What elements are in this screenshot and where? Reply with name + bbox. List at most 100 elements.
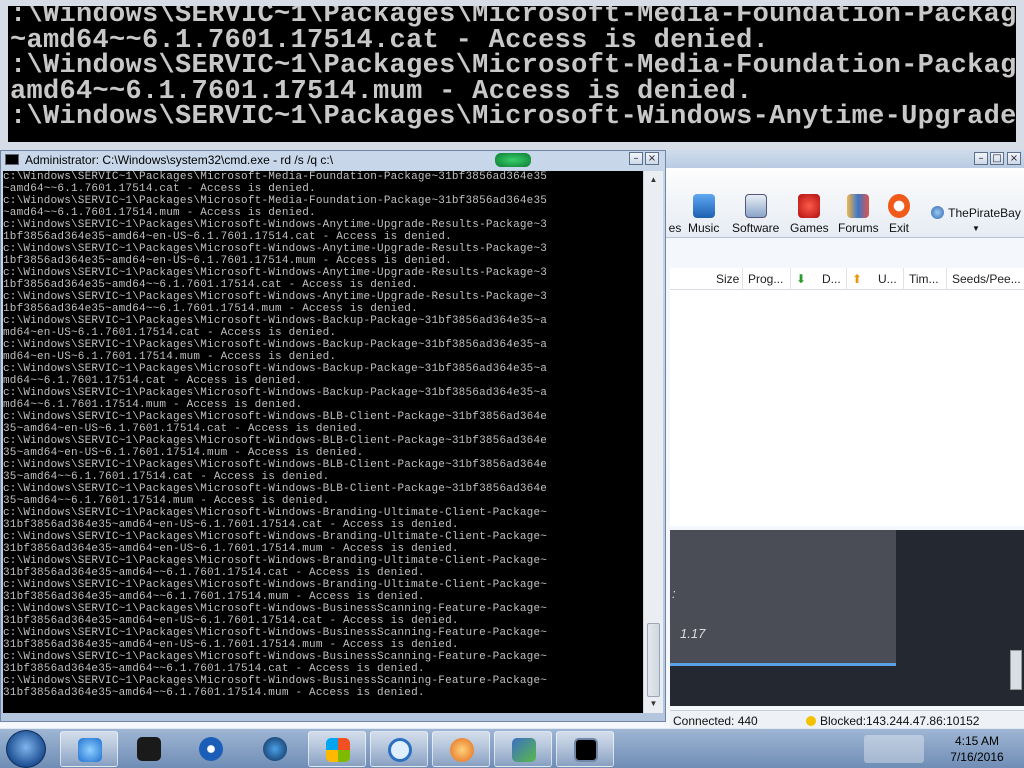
console-line: c:\Windows\SERVIC~1\Packages\Microsoft-M… xyxy=(3,195,548,207)
internet-explorer-icon xyxy=(78,738,102,762)
cmd-window-title: Administrator: C:\Windows\system32\cmd.e… xyxy=(25,153,334,167)
scroll-thumb[interactable] xyxy=(647,623,660,697)
exit-button[interactable]: Exit xyxy=(888,194,910,235)
console-line: c:\Windows\SERVIC~1\Packages\Microsoft-W… xyxy=(3,459,548,471)
magnifier-icon xyxy=(388,738,412,762)
console-line: md64~en-US~6.1.7601.17514.mum - Access i… xyxy=(3,351,337,363)
console-line: c:\Windows\SERVIC~1\Packages\Microsoft-W… xyxy=(3,555,548,567)
taskbar-media-player[interactable] xyxy=(182,731,240,767)
console-line: 31bf3856ad364e35~amd64~~6.1.7601.17514.c… xyxy=(3,567,425,579)
software-label: Software xyxy=(732,221,780,235)
clock[interactable]: 4:15 AM 7/16/2016 xyxy=(938,733,1016,765)
console-line: c:\Windows\SERVIC~1\Packages\Microsoft-W… xyxy=(3,675,548,687)
scroll-up-icon[interactable]: ▲ xyxy=(647,173,660,187)
exit-label: Exit xyxy=(888,221,909,235)
console-line: ~amd64~~6.1.7601.17514.cat - Access is d… xyxy=(3,183,316,195)
music-icon xyxy=(692,194,715,218)
taskbar-app-2[interactable] xyxy=(120,731,178,767)
checkmark-icon xyxy=(512,738,536,762)
command-prompt-icon xyxy=(574,738,598,762)
clock-time: 4:15 AM xyxy=(954,734,1000,748)
torrent-list[interactable] xyxy=(670,290,1024,526)
console-line: c:\Windows\SERVIC~1\Packages\Microsoft-W… xyxy=(3,435,548,447)
card-text: : xyxy=(672,586,676,601)
taskbar-ie[interactable] xyxy=(60,731,118,767)
console-lines: c:\Windows\SERVIC~1\Packages\Microsoft-M… xyxy=(3,171,547,699)
console-line: c:\Windows\SERVIC~1\Packages\Microsoft-W… xyxy=(3,411,548,423)
console-line: 1bf3856ad364e35~amd64~~6.1.7601.17514.mu… xyxy=(3,303,418,315)
cmd-window[interactable]: Administrator: C:\Windows\system32\cmd.e… xyxy=(0,150,666,722)
chevron-down-icon: ▼ xyxy=(972,224,980,233)
console-line: 35~amd64~en-US~6.1.7601.17514.mum - Acce… xyxy=(3,447,364,459)
games-label: Games xyxy=(790,221,829,235)
console-line: c:\Windows\SERVIC~1\Packages\Microsoft-W… xyxy=(3,627,548,639)
console-line: c:\Windows\SERVIC~1\Packages\Microsoft-W… xyxy=(3,315,548,327)
cmd-app-icon xyxy=(5,154,19,165)
connected-status: Connected: 440 xyxy=(673,714,758,728)
tray-icons[interactable] xyxy=(864,735,924,763)
cmd-close-icon[interactable]: × xyxy=(645,152,659,165)
taskbar-windows[interactable] xyxy=(308,731,366,767)
console-scrollbar[interactable]: ▲ ▼ xyxy=(643,171,663,713)
up-arrow-icon: ⬆ xyxy=(852,272,863,286)
taskbar-magnifier[interactable] xyxy=(370,731,428,767)
console-line: 31bf3856ad364e35~amd64~en-US~6.1.7601.17… xyxy=(3,519,459,531)
status-bar: Connected: 440 Blocked:143.244.47.86:101… xyxy=(670,710,1024,730)
console-line: c:\Windows\SERVIC~1\Packages\Microsoft-W… xyxy=(3,291,548,303)
console-line: md64~~6.1.7601.17514.mum - Access is den… xyxy=(3,399,303,411)
console-line: 1bf3856ad364e35~amd64~en-US~6.1.7601.175… xyxy=(3,255,452,267)
console-line: 35~amd64~en-US~6.1.7601.17514.cat - Acce… xyxy=(3,423,364,435)
column-download[interactable]: D... xyxy=(822,272,841,286)
taskbar-cmd[interactable] xyxy=(556,731,614,767)
taskbar-checklist[interactable] xyxy=(494,731,552,767)
scroll-down-icon[interactable]: ▼ xyxy=(647,697,660,711)
power-icon xyxy=(888,194,910,218)
music-button[interactable]: Music xyxy=(688,194,719,235)
cmd-minimize-icon[interactable]: – xyxy=(629,152,643,165)
card-version: 1.17 xyxy=(680,626,706,641)
music-label: Music xyxy=(688,221,720,235)
close-icon[interactable]: × xyxy=(1007,152,1021,165)
taskbar-globe[interactable] xyxy=(246,731,304,767)
torrent-list-header: Size Prog... ⬇ D... ⬆ U... Tim... Seeds/… xyxy=(670,268,1024,290)
console-line: 35~amd64~~6.1.7601.17514.mum - Access is… xyxy=(3,495,330,507)
software-button[interactable]: Software xyxy=(732,194,779,235)
console-line: 31bf3856ad364e35~amd64~~6.1.7601.17514.m… xyxy=(3,687,425,699)
maximize-icon[interactable]: □ xyxy=(990,152,1004,165)
details-scrollbar[interactable] xyxy=(1010,650,1022,690)
column-upload[interactable]: U... xyxy=(878,272,897,286)
console-line: c:\Windows\SERVIC~1\Packages\Microsoft-W… xyxy=(3,243,548,255)
games-button[interactable]: Games xyxy=(790,194,829,235)
drag-handle-icon[interactable] xyxy=(495,153,531,167)
console-line: 31bf3856ad364e35~amd64~en-US~6.1.7601.17… xyxy=(3,639,459,651)
magnified-console: :\Windows\SERVIC~1\Packages\Microsoft-Me… xyxy=(8,6,1016,142)
column-size[interactable]: Size xyxy=(716,272,739,286)
column-progress[interactable]: Prog... xyxy=(748,272,783,286)
torrent-client-icon xyxy=(450,738,474,762)
taskbar-torrent[interactable] xyxy=(432,731,490,767)
console-line: 1bf3856ad364e35~amd64~~6.1.7601.17514.ca… xyxy=(3,279,418,291)
magnified-line: :\Windows\SERVIC~1\Packages\Microsoft-Wi… xyxy=(10,102,1016,132)
blocked-status: Blocked:143.244.47.86:10152 xyxy=(806,714,979,728)
details-card: : 1.17 xyxy=(670,530,896,666)
console-line: c:\Windows\SERVIC~1\Packages\Microsoft-W… xyxy=(3,651,548,663)
console-line: c:\Windows\SERVIC~1\Packages\Microsoft-W… xyxy=(3,387,548,399)
toolbar-partial-button[interactable]: es xyxy=(664,194,686,235)
torrent-toolbar: es Music Software Games Forums Exit TheP… xyxy=(660,168,1024,238)
console-line: 1bf3856ad364e35~amd64~en-US~6.1.7601.175… xyxy=(3,231,452,243)
column-seeds[interactable]: Seeds/Pee... xyxy=(952,272,1021,286)
console-line: c:\Windows\SERVIC~1\Packages\Microsoft-W… xyxy=(3,267,548,279)
windows-logo-icon xyxy=(326,738,350,762)
start-button[interactable] xyxy=(6,730,46,768)
column-time[interactable]: Tim... xyxy=(909,272,939,286)
taskbar: 4:15 AM 7/16/2016 xyxy=(0,728,1024,768)
site-dropdown[interactable]: ThePirateBay ▼ xyxy=(928,206,1024,234)
console-line: ~amd64~~6.1.7601.17514.mum - Access is d… xyxy=(3,207,316,219)
console-output[interactable]: c:\Windows\SERVIC~1\Packages\Microsoft-M… xyxy=(3,171,643,713)
forums-button[interactable]: Forums xyxy=(838,194,879,235)
forums-label: Forums xyxy=(838,221,879,235)
console-line: c:\Windows\SERVIC~1\Packages\Microsoft-W… xyxy=(3,579,548,591)
console-line: c:\Windows\SERVIC~1\Packages\Microsoft-W… xyxy=(3,363,548,375)
minimize-icon[interactable]: – xyxy=(974,152,988,165)
toolbar-partial-label: es xyxy=(668,221,682,235)
